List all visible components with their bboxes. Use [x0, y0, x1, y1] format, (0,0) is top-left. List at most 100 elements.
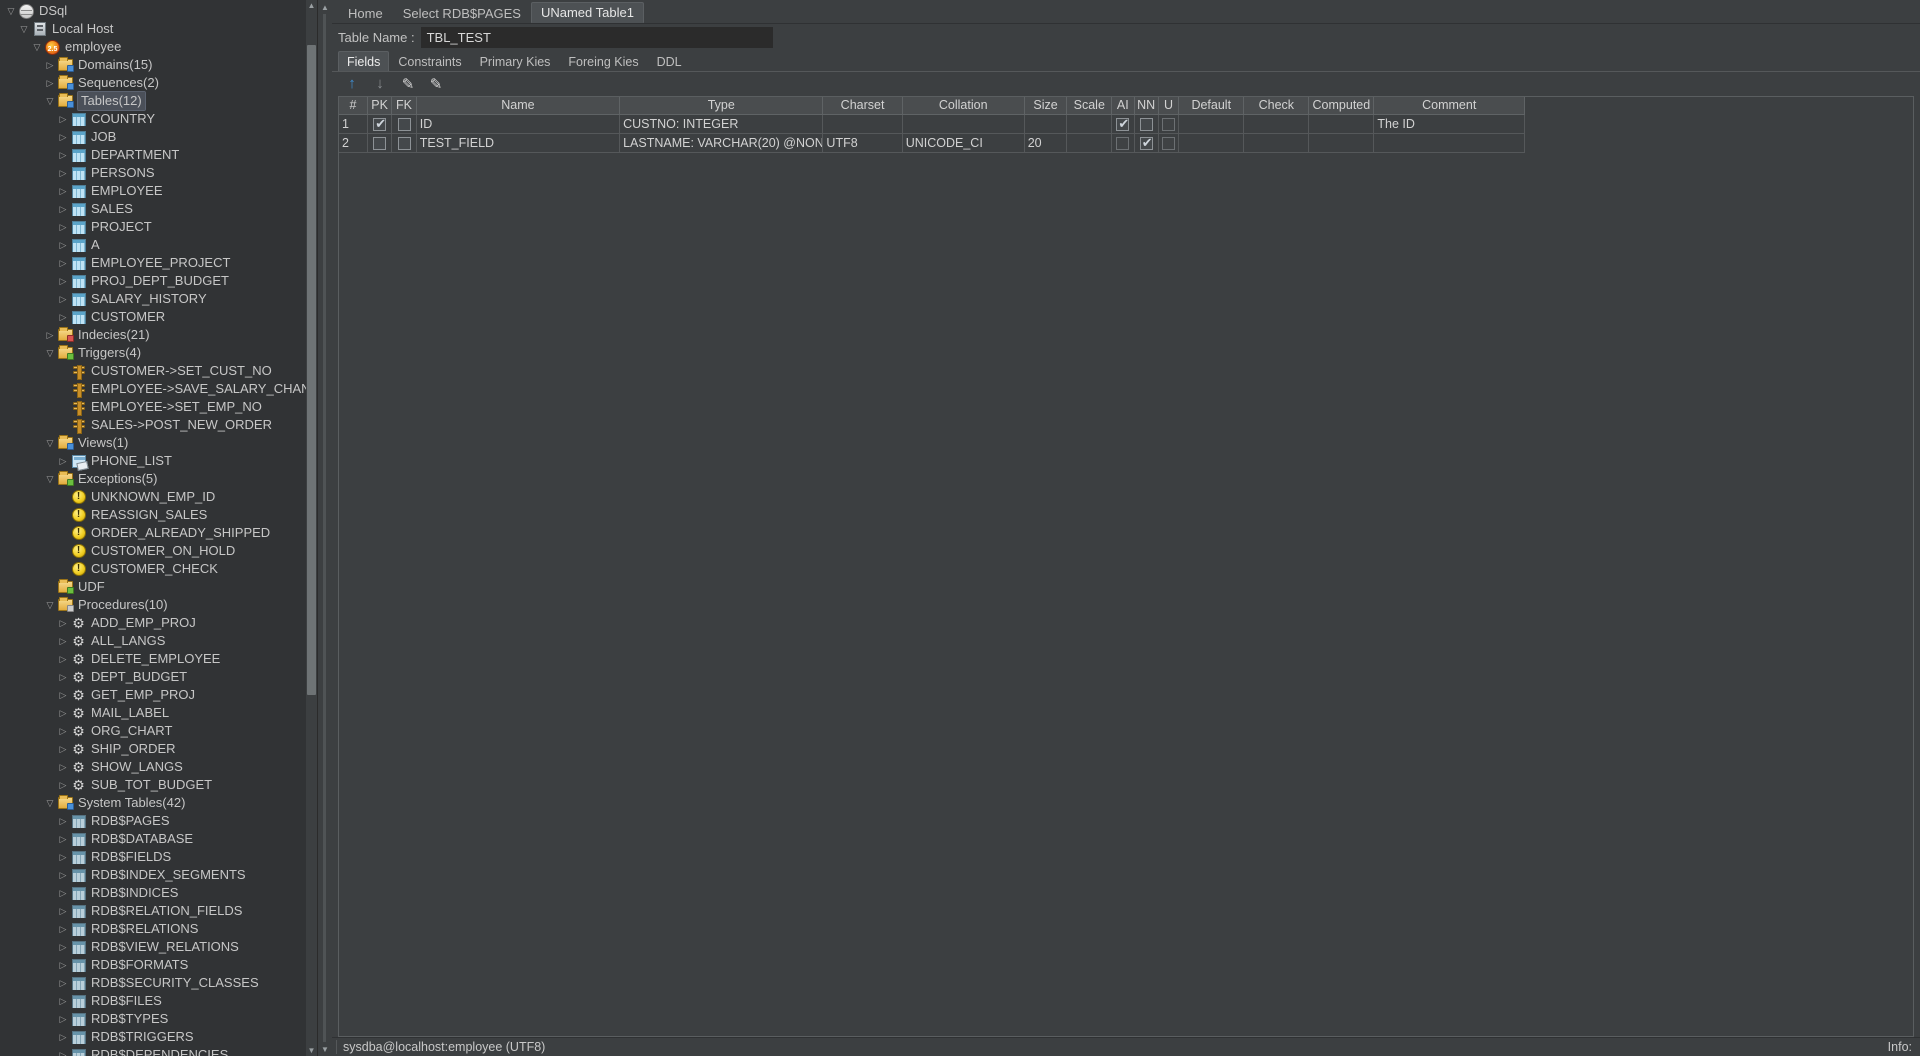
edit-field-icon[interactable]: ✎: [428, 76, 444, 93]
u-checkbox-cell[interactable]: [1158, 133, 1180, 153]
tree-item[interactable]: ▷ RDB$FORMATS: [0, 956, 317, 974]
fk-checkbox-cell[interactable]: [391, 133, 417, 153]
tree-item[interactable]: ▽ DSql: [0, 2, 317, 20]
grid-column-header[interactable]: #: [339, 97, 368, 115]
tree-collapse-icon[interactable]: ▽: [43, 596, 57, 614]
grid-column-header[interactable]: FK: [391, 97, 417, 115]
tree-expand-icon[interactable]: ▷: [56, 128, 70, 146]
tree-expand-icon[interactable]: ▷: [56, 956, 70, 974]
tree-expand-icon[interactable]: ▷: [56, 920, 70, 938]
sidebar-scrollbar[interactable]: ▲ ▼: [306, 0, 317, 1056]
tree-item[interactable]: ▽ Procedures(10): [0, 596, 317, 614]
tree-expand-icon[interactable]: ▷: [56, 902, 70, 920]
grid-column-header[interactable]: Collation: [902, 97, 1025, 115]
editor-subtab[interactable]: DDL: [648, 51, 691, 71]
pane-splitter[interactable]: ▲ ▼: [318, 0, 332, 1056]
ai-checkbox-cell[interactable]: [1111, 133, 1135, 153]
tree-collapse-icon[interactable]: ▽: [43, 794, 57, 812]
tree-expand-icon[interactable]: ▷: [56, 650, 70, 668]
tree-expand-icon[interactable]: ▷: [56, 758, 70, 776]
tree-item[interactable]: ▷ RDB$FIELDS: [0, 848, 317, 866]
tree-expand-icon[interactable]: ▷: [43, 56, 57, 74]
database-tree[interactable]: ▽ DSql ▽ Local Host ▽ 2.5 employee ▷ Domains(15)…: [0, 0, 317, 1056]
grid-column-header[interactable]: Size: [1024, 97, 1068, 115]
tree-expand-icon[interactable]: ▷: [56, 182, 70, 200]
tree-expand-icon[interactable]: ▷: [56, 110, 70, 128]
tree-item[interactable]: ! UNKNOWN_EMP_ID: [0, 488, 317, 506]
tree-expand-icon[interactable]: ▷: [43, 74, 57, 92]
tree-item[interactable]: ▷ RDB$TYPES: [0, 1010, 317, 1028]
tree-expand-icon[interactable]: ▷: [56, 938, 70, 956]
tree-expand-icon[interactable]: ▷: [56, 884, 70, 902]
editor-subtab[interactable]: Primary Kies: [471, 51, 560, 71]
tree-item[interactable]: ▷ ⚙ SHOW_LANGS: [0, 758, 317, 776]
tree-item[interactable]: ! CUSTOMER_CHECK: [0, 560, 317, 578]
tree-item[interactable]: ▷ RDB$INDICES: [0, 884, 317, 902]
pk-checkbox[interactable]: [373, 116, 387, 132]
fields-grid-body[interactable]: 1 IDCUSTNO: INTEGER The ID 2 TEST_FIELDLASTN…: [339, 114, 1525, 153]
tree-item[interactable]: ▷ PERSONS: [0, 164, 317, 182]
fields-grid-row[interactable]: 2 TEST_FIELD LASTNAME: VARCHAR(20) @NONE UT…: [339, 132, 1525, 153]
tree-item[interactable]: ▷ PROJECT: [0, 218, 317, 236]
tree-item[interactable]: ▷ SALARY_HISTORY: [0, 290, 317, 308]
type-cell[interactable]: CUSTNO: INTEGER: [619, 114, 824, 134]
size-cell[interactable]: 20: [1024, 133, 1068, 153]
grid-column-header[interactable]: Check: [1243, 97, 1310, 115]
type-cell[interactable]: LASTNAME: VARCHAR(20) @NONE: [619, 133, 824, 153]
tree-expand-icon[interactable]: ▷: [56, 812, 70, 830]
grid-column-header[interactable]: Comment: [1373, 97, 1525, 115]
u-checkbox-cell[interactable]: [1158, 114, 1180, 134]
tree-collapse-icon[interactable]: ▽: [43, 344, 57, 362]
table-name-input[interactable]: TBL_TEST: [420, 26, 773, 48]
tree-item[interactable]: ▷ RDB$FILES: [0, 992, 317, 1010]
editor-subtab[interactable]: Fields: [338, 51, 390, 71]
u-checkbox[interactable]: [1162, 136, 1176, 150]
tree-item[interactable]: ! CUSTOMER_ON_HOLD: [0, 542, 317, 560]
name-cell[interactable]: TEST_FIELD: [416, 133, 621, 153]
tree-item[interactable]: ▽ Exceptions(5): [0, 470, 317, 488]
tree-expand-icon[interactable]: ▷: [56, 614, 70, 632]
ai-checkbox-cell[interactable]: [1111, 114, 1135, 134]
tree-item[interactable]: ▷ ⚙ SUB_TOT_BUDGET: [0, 776, 317, 794]
fields-grid-row[interactable]: 1 IDCUSTNO: INTEGER The ID: [339, 114, 1525, 134]
tree-expand-icon[interactable]: ▷: [56, 830, 70, 848]
pk-checkbox-cell[interactable]: [367, 114, 393, 134]
document-tab[interactable]: Select RDB$PAGES: [393, 2, 531, 23]
tree-expand-icon[interactable]: ▷: [56, 308, 70, 326]
ai-checkbox[interactable]: [1116, 136, 1130, 150]
fields-grid[interactable]: # PK FK Name Type Charset Collation Size Scale AI…: [339, 97, 1525, 153]
row-number-cell[interactable]: 2: [339, 133, 368, 153]
tree-item[interactable]: ▷ PHONE_LIST: [0, 452, 317, 470]
tree-expand-icon[interactable]: ▷: [56, 974, 70, 992]
tree-item[interactable]: ▷ RDB$VIEW_RELATIONS: [0, 938, 317, 956]
row-number-cell[interactable]: 1: [339, 114, 368, 134]
tree-item[interactable]: ▽ System Tables(42): [0, 794, 317, 812]
tree-item[interactable]: ▷ COUNTRY: [0, 110, 317, 128]
tree-collapse-icon[interactable]: ▽: [4, 2, 18, 20]
grid-column-header[interactable]: Default: [1178, 97, 1245, 115]
check-cell[interactable]: [1243, 114, 1310, 134]
check-cell[interactable]: [1243, 133, 1310, 153]
size-cell[interactable]: [1024, 114, 1068, 134]
tree-expand-icon[interactable]: ▷: [56, 1046, 70, 1056]
nn-checkbox-cell[interactable]: [1134, 133, 1159, 153]
charset-cell[interactable]: [822, 114, 903, 134]
tree-item[interactable]: ▷ RDB$DATABASE: [0, 830, 317, 848]
grid-column-header[interactable]: Scale: [1066, 97, 1113, 115]
tree-item[interactable]: ▷ DEPARTMENT: [0, 146, 317, 164]
tree-item[interactable]: ▷ RDB$SECURITY_CLASSES: [0, 974, 317, 992]
tree-expand-icon[interactable]: ▷: [56, 218, 70, 236]
grid-column-header[interactable]: Name: [416, 97, 621, 115]
tree-item[interactable]: ▽ Local Host: [0, 20, 317, 38]
tree-item[interactable]: ! ORDER_ALREADY_SHIPPED: [0, 524, 317, 542]
fk-checkbox-cell[interactable]: [391, 114, 417, 134]
grid-column-header[interactable]: Charset: [822, 97, 903, 115]
tree-item[interactable]: ▷ JOB: [0, 128, 317, 146]
computed-cell[interactable]: [1308, 114, 1375, 134]
tree-item[interactable]: ▷ RDB$RELATION_FIELDS: [0, 902, 317, 920]
tree-item[interactable]: ▷ ⚙ DELETE_EMPLOYEE: [0, 650, 317, 668]
tree-item[interactable]: EMPLOYEE->SET_EMP_NO: [0, 398, 317, 416]
tree-item[interactable]: ▷ RDB$DEPENDENCIES: [0, 1046, 317, 1056]
tree-expand-icon[interactable]: ▷: [56, 146, 70, 164]
tree-expand-icon[interactable]: ▷: [56, 1028, 70, 1046]
